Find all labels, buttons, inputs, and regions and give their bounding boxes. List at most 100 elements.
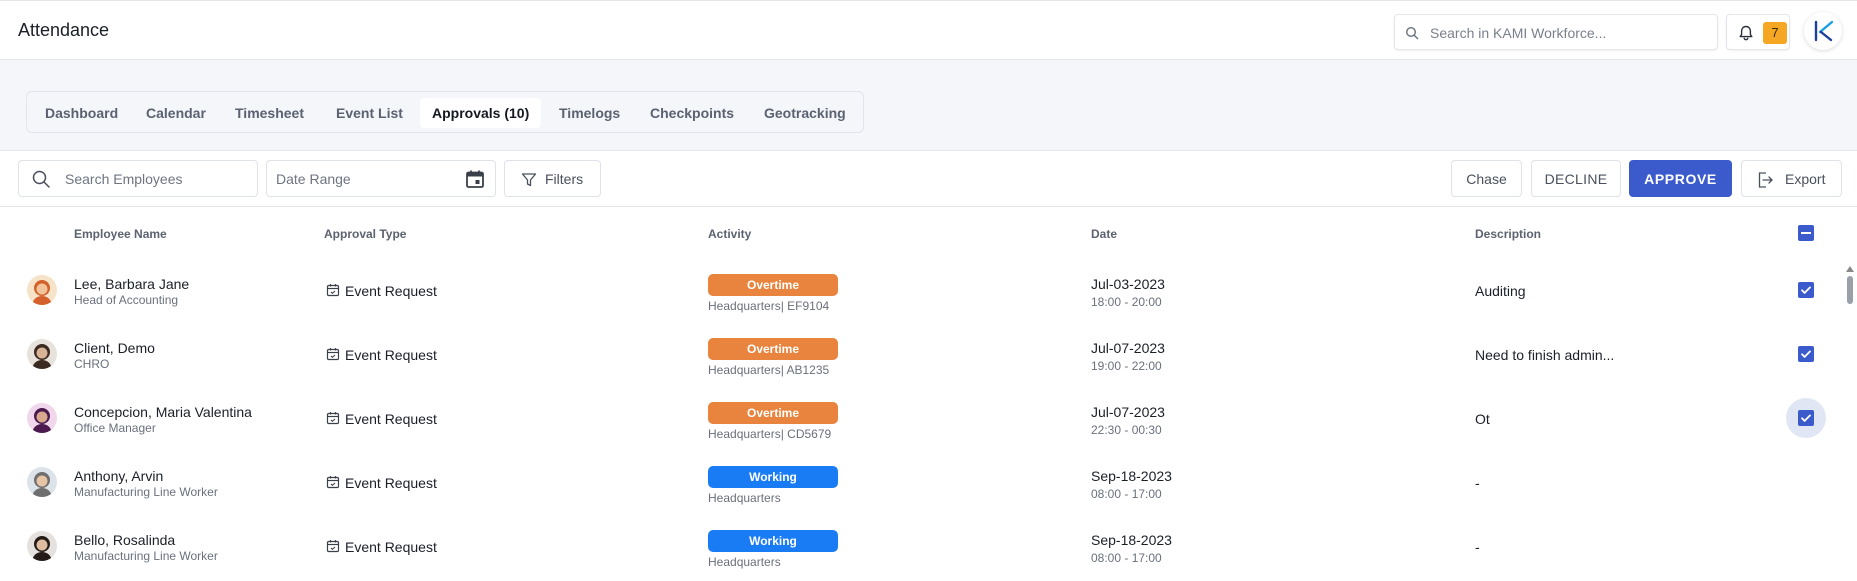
approve-button[interactable]: APPROVE — [1629, 160, 1732, 197]
activity-badge: Working — [708, 530, 838, 552]
employee-name: Client, Demo — [74, 340, 155, 356]
request-time-range: 18:00 - 20:00 — [1091, 295, 1162, 309]
employee-search-box[interactable] — [18, 160, 258, 197]
global-search-input[interactable] — [1430, 23, 1710, 43]
tab-geotracking[interactable]: Geotracking — [752, 98, 858, 128]
request-date: Sep-18-2023 — [1091, 468, 1172, 484]
table-row[interactable]: Concepcion, Maria Valentina Office Manage… — [0, 386, 1830, 450]
table-row[interactable]: Lee, Barbara Jane Head of Accounting Event… — [0, 258, 1830, 322]
activity-badge: Overtime — [708, 274, 838, 296]
filter-icon — [521, 173, 537, 187]
request-description: Auditing — [1475, 283, 1526, 299]
decline-button[interactable]: DECLINE — [1531, 160, 1621, 197]
tab-approvals[interactable]: Approvals (10) — [420, 98, 542, 128]
select-all-checkbox[interactable] — [1798, 225, 1814, 241]
approvals-toolbar: Filters Chase DECLINE APPROVE Export — [0, 151, 1857, 207]
notifications-button[interactable]: 7 — [1726, 14, 1790, 50]
request-date: Jul-07-2023 — [1091, 404, 1165, 420]
page-title: Attendance — [18, 20, 110, 40]
approval-type: Event Request — [345, 411, 437, 427]
table-header: Employee Name Approval Type Activity Dat… — [0, 208, 1857, 258]
request-description: Ot — [1475, 411, 1490, 427]
tab-checkpoints[interactable]: Checkpoints — [638, 98, 746, 128]
column-header-description[interactable]: Description — [1475, 227, 1541, 241]
table-row[interactable]: Anthony, Arvin Manufacturing Line Worker E… — [0, 450, 1830, 514]
row-checkbox[interactable] — [1798, 282, 1814, 298]
avatar — [27, 339, 57, 369]
request-description: Need to finish admin... — [1475, 347, 1615, 363]
activity-badge: Working — [708, 466, 838, 488]
row-checkbox[interactable] — [1798, 346, 1814, 362]
date-range-picker[interactable] — [266, 160, 496, 197]
event-request-icon — [326, 348, 340, 361]
search-icon — [1405, 26, 1419, 40]
attendance-tabs: Dashboard Calendar Timesheet Event List … — [26, 91, 864, 133]
export-button[interactable]: Export — [1741, 160, 1842, 197]
search-icon — [32, 170, 50, 188]
tab-calendar[interactable]: Calendar — [134, 98, 218, 128]
request-time-range: 19:00 - 22:00 — [1091, 359, 1162, 373]
notification-count-badge: 7 — [1763, 22, 1787, 44]
avatar — [27, 403, 57, 433]
event-request-icon — [326, 540, 340, 553]
global-search-box[interactable] — [1394, 14, 1718, 50]
column-header-employee-name[interactable]: Employee Name — [74, 227, 167, 241]
chase-button[interactable]: Chase — [1451, 160, 1522, 197]
employee-name: Bello, Rosalinda — [74, 532, 176, 548]
activity-badge: Overtime — [708, 338, 838, 360]
kami-logo-icon — [1814, 20, 1834, 42]
activity-location: Headquarters — [708, 491, 781, 505]
tabs-band: Dashboard Calendar Timesheet Event List … — [0, 60, 1857, 151]
approvals-table: Employee Name Approval Type Activity Dat… — [0, 208, 1857, 581]
calendar-icon[interactable] — [465, 169, 485, 189]
activity-location: Headquarters| CD5679 — [708, 427, 832, 441]
column-header-activity[interactable]: Activity — [708, 227, 751, 241]
tab-event-list[interactable]: Event List — [324, 98, 415, 128]
table-row[interactable]: Client, Demo CHRO Event Request Overtime Hea… — [0, 322, 1830, 386]
employee-role: CHRO — [74, 357, 110, 371]
date-range-input[interactable] — [276, 170, 456, 188]
avatar — [27, 467, 57, 497]
table-row[interactable]: Bello, Rosalinda Manufacturing Line Worke… — [0, 514, 1830, 578]
employee-name: Anthony, Arvin — [74, 468, 164, 484]
request-time-range: 22:30 - 00:30 — [1091, 423, 1162, 437]
employee-name: Lee, Barbara Jane — [74, 276, 190, 292]
request-date: Jul-07-2023 — [1091, 340, 1165, 356]
event-request-icon — [326, 476, 340, 489]
filters-button[interactable]: Filters — [504, 160, 601, 197]
approval-type: Event Request — [345, 539, 437, 555]
tab-timelogs[interactable]: Timelogs — [547, 98, 632, 128]
scroll-up-arrow-icon[interactable] — [1846, 266, 1854, 272]
employee-name: Concepcion, Maria Valentina — [74, 404, 252, 420]
avatar — [27, 275, 57, 305]
column-header-date[interactable]: Date — [1091, 227, 1117, 241]
bell-icon — [1739, 25, 1753, 41]
employee-role: Manufacturing Line Worker — [74, 549, 218, 563]
tab-timesheet[interactable]: Timesheet — [223, 98, 316, 128]
activity-location: Headquarters — [708, 555, 781, 569]
event-request-icon — [326, 284, 340, 297]
request-description: - — [1475, 539, 1480, 555]
approval-type: Event Request — [345, 475, 437, 491]
app-logo[interactable] — [1804, 12, 1842, 50]
row-checkbox[interactable] — [1798, 410, 1814, 426]
tab-dashboard[interactable]: Dashboard — [33, 98, 130, 128]
activity-location: Headquarters| AB1235 — [708, 363, 830, 377]
approval-type: Event Request — [345, 347, 437, 363]
column-header-approval-type[interactable]: Approval Type — [324, 227, 406, 241]
event-request-icon — [326, 412, 340, 425]
request-time-range: 08:00 - 17:00 — [1091, 487, 1162, 501]
app-header: Attendance 7 — [0, 0, 1857, 60]
export-label: Export — [1785, 171, 1826, 187]
request-date: Sep-18-2023 — [1091, 532, 1172, 548]
export-icon — [1758, 172, 1773, 188]
activity-location: Headquarters| EF9104 — [708, 299, 830, 313]
activity-badge: Overtime — [708, 402, 838, 424]
employee-search-input[interactable] — [65, 170, 250, 188]
filters-label: Filters — [545, 171, 584, 187]
employee-role: Manufacturing Line Worker — [74, 485, 218, 499]
approval-type: Event Request — [345, 283, 437, 299]
employee-role: Head of Accounting — [74, 293, 179, 307]
request-date: Jul-03-2023 — [1091, 276, 1165, 292]
vertical-scrollbar-thumb[interactable] — [1847, 276, 1853, 304]
